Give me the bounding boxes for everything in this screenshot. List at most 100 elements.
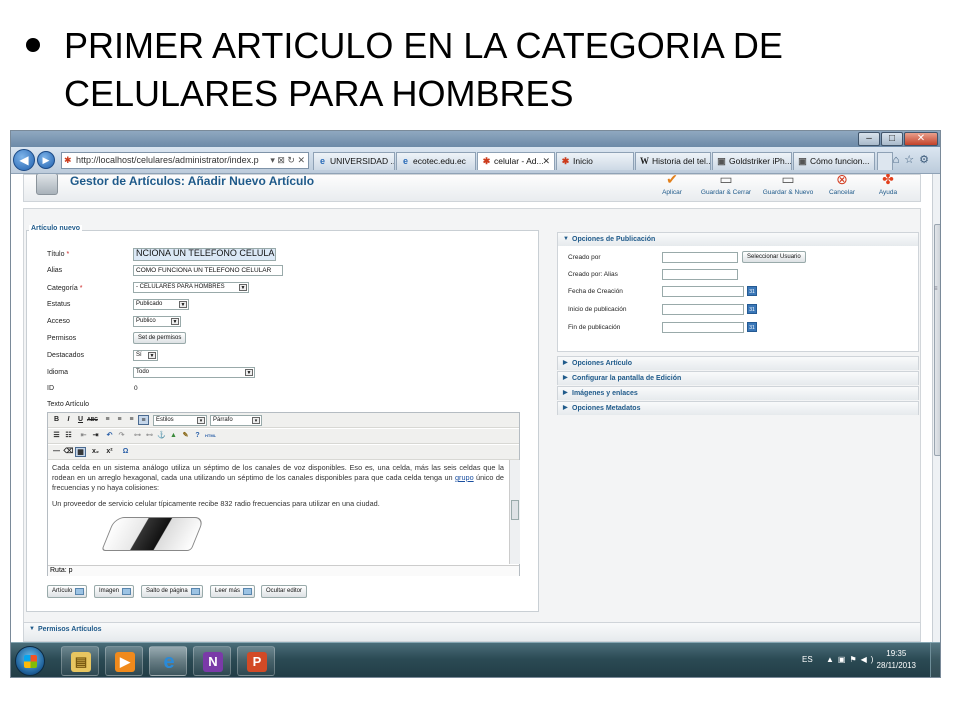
network-icon[interactable]: ▣ [838,655,850,664]
help-editor-icon[interactable]: ? [192,431,203,441]
panel-opciones-articulo[interactable]: ▶ Opciones Artículo [557,356,919,370]
taskbar-onenote[interactable]: N [193,646,231,676]
align-justify-icon[interactable]: ≡ [138,415,149,425]
calendar-icon[interactable]: 31 [747,286,757,296]
calendar-icon[interactable]: 31 [747,322,757,332]
home-icon[interactable]: ⌂ [893,154,905,166]
taskbar-explorer[interactable]: ▤ [61,646,99,676]
forward-button[interactable]: ▶ [37,151,55,169]
new-tab-button[interactable] [877,152,893,170]
special-char-icon[interactable]: Ω [120,447,131,457]
horizontal-rule-icon[interactable]: — [51,447,62,457]
taskbar-powerpoint[interactable]: P [237,646,275,676]
outdent-icon[interactable]: ⇤ [78,431,89,441]
imagen-button[interactable]: Imagen [94,585,135,598]
html-icon[interactable]: HTML [205,431,216,441]
tab-3-active[interactable]: ✱ celular - Ad... ✕ [477,152,555,170]
help-button[interactable]: ✤ Ayuda [868,174,908,196]
link-icon[interactable]: ⊶ [132,431,143,441]
superscript-icon[interactable]: x² [104,447,115,457]
set-permisos-button[interactable]: Set de permisos [133,332,187,344]
fecha-creacion-input[interactable] [662,286,744,297]
apply-button[interactable]: ✔ Aplicar [652,174,692,196]
page-scrollbar[interactable]: ≡ [932,174,940,642]
tab-2[interactable]: e ecotec.edu.ec [396,152,476,170]
permisos-articulos-panel[interactable]: ▼ Permisos Artículos [23,622,921,642]
underline-icon[interactable]: U [75,415,86,425]
indent-icon[interactable]: ⇥ [90,431,101,441]
address-bar[interactable]: ✱ http://localhost/celulares/administrat… [61,152,309,169]
tab-7[interactable]: ▣ Cómo funcion... [793,152,875,170]
remove-format-icon[interactable]: ⌫ [63,447,74,457]
bold-icon[interactable]: B [51,415,62,425]
favorites-star-icon[interactable]: ☆ [904,154,919,166]
redo-icon[interactable]: ↷ [116,431,127,441]
visual-aid-icon[interactable]: ▦ [75,447,86,457]
ocultar-editor-button[interactable]: Ocultar editor [261,585,308,598]
align-right-icon[interactable]: ≡ [126,415,137,425]
tab-4[interactable]: ✱ Inicio [556,152,634,170]
inicio-publicacion-input[interactable] [662,304,744,315]
volume-icon[interactable]: ◀) [861,655,878,664]
estilos-select[interactable]: Estilos ▾ [153,415,207,426]
italic-icon[interactable]: I [63,415,74,425]
unlink-icon[interactable]: ⊷ [144,431,155,441]
panel-imagenes-enlaces[interactable]: ▶ Imágenes y enlaces [557,386,919,400]
undo-icon[interactable]: ↶ [104,431,115,441]
strikethrough-icon[interactable]: ABC [87,415,98,425]
tab-5[interactable]: W Historia del tel... [635,152,711,170]
flag-icon[interactable]: ⚑ [849,655,860,664]
save-close-button[interactable]: ▭ Guardar & Cerrar [698,174,754,196]
categoria-select[interactable]: - CELULARES PARA HOMBRES ▼ [133,282,249,293]
taskbar-media-player[interactable]: ▶ [105,646,143,676]
panel-configurar-pantalla[interactable]: ▶ Configurar la pantalla de Edición [557,371,919,385]
start-button[interactable] [15,646,45,676]
page-scroll-thumb[interactable] [934,224,940,456]
titulo-input[interactable]: NCIONA UN TELEFONO CELULAI [133,248,276,261]
gear-icon[interactable]: ⚙ [919,154,934,166]
maximize-button[interactable]: □ [881,132,903,146]
fin-publicacion-input[interactable] [662,322,744,333]
acceso-select[interactable]: Publico ▼ [133,316,181,327]
estatus-select[interactable]: Publicado ▼ [133,299,189,310]
seleccionar-usuario-button[interactable]: Seleccionar Usuario [742,251,806,263]
panel-opciones-metadatos[interactable]: ▶ Opciones Metadatos [557,401,919,415]
articulo-button[interactable]: Artículo [47,585,88,598]
close-tab-icon[interactable]: ✕ [542,153,550,170]
numbered-list-icon[interactable]: ☷ [63,431,74,441]
cancel-button[interactable]: ⊗ Cancelar [822,174,862,196]
editor-scroll-thumb[interactable] [511,500,519,520]
tab-1[interactable]: e UNIVERSIDAD ... [313,152,395,170]
minimize-button[interactable]: – [858,132,880,146]
calendar-icon[interactable]: 31 [747,304,757,314]
alias-input[interactable]: COMO FUNCIONA UN TELEFONO CELULAR [133,265,283,276]
align-left-icon[interactable]: ≡ [102,415,113,425]
publishing-options-header[interactable]: ▼ Opciones de Publicación [558,233,918,246]
bullet-list-icon[interactable]: ☰ [51,431,62,441]
leer-mas-button[interactable]: Leer más [210,585,256,598]
show-hidden-icon[interactable]: ▲ [826,655,838,664]
editor-scrollbar[interactable] [509,460,520,564]
destacados-select[interactable]: Sí ▼ [133,350,158,361]
show-desktop-button[interactable] [930,643,940,677]
creado-por-input[interactable] [662,252,738,263]
address-controls-icon[interactable]: ▾ ⊠ ↻ ✕ [270,153,305,168]
image-icon[interactable]: ▲ [168,431,179,441]
back-button[interactable]: ◀ [13,149,35,171]
clock[interactable]: 19:35 28/11/2013 [877,648,916,672]
tab-6[interactable]: ▣ Goldstriker iPh... [712,152,792,170]
subscript-icon[interactable]: x₂ [90,447,101,457]
taskbar-internet-explorer[interactable]: e [149,646,187,676]
creado-por-alias-input[interactable] [662,269,738,280]
grupo-link[interactable]: grupo [455,473,474,482]
idioma-select[interactable]: Todo ▼ [133,367,255,378]
align-center-icon[interactable]: ≡ [114,415,125,425]
parrafo-select[interactable]: Párrafo ▾ [210,415,262,426]
salto-pagina-button[interactable]: Salto de página [141,585,203,598]
close-window-button[interactable]: ✕ [904,132,938,146]
save-new-button[interactable]: ▭ Guardar & Nuevo [760,174,816,196]
cleanup-icon[interactable]: ✎ [180,431,191,441]
anchor-icon[interactable]: ⚓ [156,431,167,441]
language-indicator[interactable]: ES [802,655,813,664]
joomla-favicon-icon: ✱ [64,155,72,165]
